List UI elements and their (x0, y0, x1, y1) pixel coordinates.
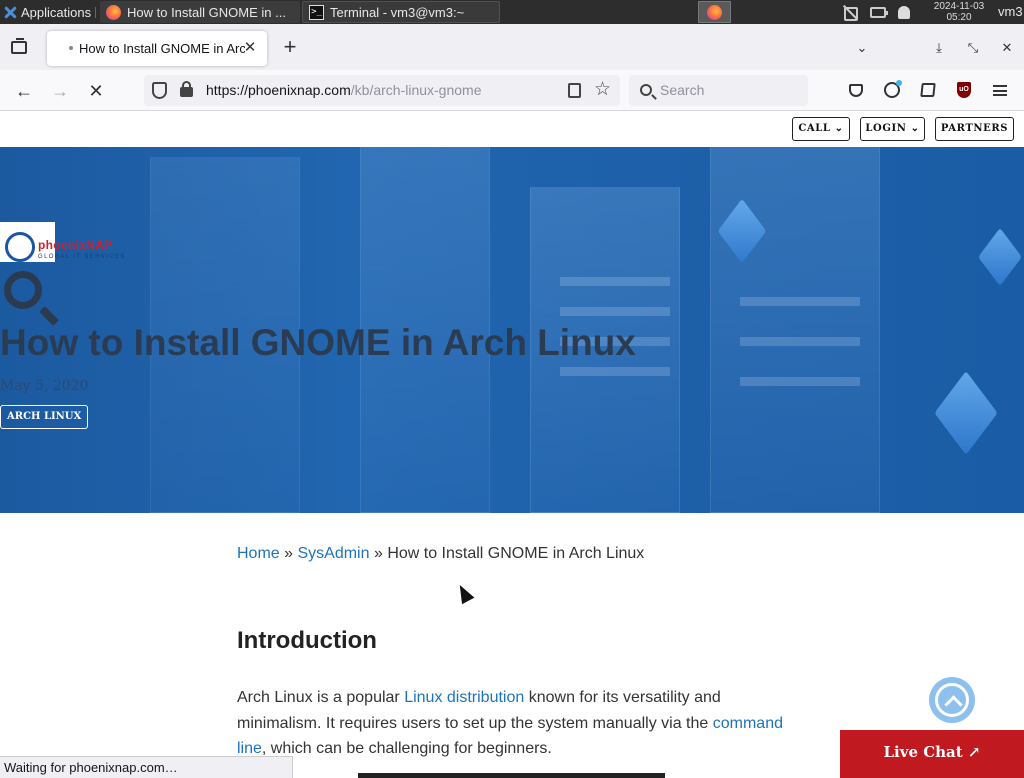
hero-background-strip (740, 297, 860, 306)
live-chat-button[interactable]: Live Chat ↗ (840, 730, 1024, 778)
logo-name: phoenixNAP (38, 238, 113, 252)
hero-background-rack (710, 147, 880, 513)
clock-time: 05:20 (946, 12, 972, 23)
article-title: How to Install GNOME in Arch Linux (0, 322, 636, 363)
mouse-cursor-icon (453, 581, 475, 605)
hero-background-strip (740, 377, 860, 386)
section-heading: Introduction (237, 627, 377, 654)
back-arrow-icon[interactable]: ← (12, 79, 36, 103)
partners-button[interactable]: PARTNERS (935, 117, 1014, 141)
hero-background-strip (560, 277, 670, 286)
firefox-view-icon (11, 37, 27, 54)
login-dropdown-button[interactable]: LOGIN ⌄ (860, 117, 925, 141)
ublock-origin-icon: uO (957, 82, 971, 98)
notification-bell-icon[interactable] (898, 5, 910, 19)
url-text[interactable]: https://phoenixnap.com/kb/arch-linux-gno… (206, 82, 482, 98)
close-window-icon[interactable]: ✕ (996, 37, 1018, 59)
hamburger-menu-icon (993, 84, 1007, 96)
breadcrumb-sysadmin-link[interactable]: SysAdmin (297, 545, 369, 562)
browser-nav-bar: ← → ✕ https://phoenixnap.com/kb/arch-lin… (0, 70, 1024, 111)
decorative-cube (934, 371, 998, 455)
hero-background-strip (740, 337, 860, 346)
firefox-icon (707, 4, 722, 20)
breadcrumb-home-link[interactable]: Home (237, 545, 280, 562)
url-host: https://phoenixnap.com (206, 82, 351, 98)
firefox-view-button[interactable] (8, 37, 30, 57)
taskbar-task-label: Terminal - vm3@vm3:~ (330, 4, 465, 20)
minimize-window-icon[interactable]: ⤓ (928, 37, 950, 59)
terminal-icon: >_ (309, 4, 324, 20)
logo-globe-icon (5, 232, 35, 262)
article-hero: phoenixNAP GLOBAL IT SERVICES How to Ins… (0, 147, 1024, 513)
puzzle-piece-icon (920, 83, 936, 97)
tab-close-icon[interactable]: ✕ (241, 39, 259, 57)
bookmark-star-icon[interactable]: ☆ (594, 78, 611, 101)
breadcrumb: Home » SysAdmin » How to Install GNOME i… (237, 545, 644, 563)
bottom-banner-edge (358, 773, 665, 778)
category-tag[interactable]: ARCH LINUX (0, 405, 89, 429)
intro-text: , which can be challenging for beginners… (261, 740, 552, 757)
loading-indicator-icon (69, 46, 73, 50)
call-dropdown-button[interactable]: CALL ⌄ (792, 117, 850, 141)
lock-icon[interactable] (180, 81, 193, 97)
reader-view-icon[interactable] (568, 83, 581, 98)
taskbar-task-firefox[interactable]: How to Install GNOME in ... (100, 1, 300, 23)
search-input[interactable]: Search (629, 75, 808, 106)
xfce-logo-icon (3, 5, 18, 20)
decorative-cube (978, 227, 1022, 287)
forward-arrow-icon[interactable]: → (48, 79, 72, 103)
breadcrumb-separator: » (369, 545, 388, 562)
desktop-taskbar: Applications How to Install GNOME in ...… (0, 0, 1024, 24)
intro-text: Arch Linux is a popular (237, 689, 405, 706)
hero-background-strip (560, 367, 670, 376)
site-search-icon[interactable] (4, 271, 42, 309)
tracking-protection-shield-icon[interactable] (152, 82, 167, 99)
account-button[interactable] (881, 79, 903, 101)
clock-date: 2024-11-03 (933, 1, 985, 12)
account-icon (884, 80, 902, 98)
web-page: CALL ⌄ LOGIN ⌄ PARTNERS phoenixNAP GLOBA… (0, 111, 1024, 778)
search-placeholder: Search (660, 82, 705, 98)
pocket-button[interactable] (845, 79, 867, 101)
taskbar-task-terminal[interactable]: >_ Terminal - vm3@vm3:~ (302, 1, 500, 23)
user-menu[interactable]: vm3 (998, 4, 1023, 19)
status-bar: Waiting for phoenixnap.com… (0, 756, 293, 778)
system-tray (842, 0, 910, 24)
logo-subtitle: GLOBAL IT SERVICES (38, 254, 126, 260)
firefox-icon (106, 4, 121, 20)
restore-window-icon[interactable]: ⤡ (962, 37, 984, 59)
search-icon (640, 84, 652, 96)
tab-title: How to Install GNOME in Arch Linux (79, 41, 245, 56)
site-top-nav: CALL ⌄ LOGIN ⌄ PARTNERS (0, 111, 1024, 147)
breadcrumb-separator: » (279, 545, 298, 562)
phoenixnap-logo[interactable]: phoenixNAP GLOBAL IT SERVICES (0, 222, 170, 266)
hero-background-strip (560, 307, 670, 316)
browser-tab-bar: How to Install GNOME in Arch Linux ✕ + ⌄… (0, 24, 1024, 70)
ublock-button[interactable]: uO (953, 79, 975, 101)
url-path: /kb/arch-linux-gnome (350, 82, 482, 98)
new-tab-button[interactable]: + (279, 36, 301, 59)
taskbar-task-label: How to Install GNOME in ... (127, 4, 286, 20)
breadcrumb-current: How to Install GNOME in Arch Linux (387, 545, 645, 562)
url-bar[interactable]: https://phoenixnap.com/kb/arch-linux-gno… (144, 75, 620, 106)
scroll-to-top-button[interactable] (929, 677, 975, 723)
battery-icon[interactable] (870, 6, 888, 18)
intro-paragraph: Arch Linux is a popular Linux distributi… (237, 685, 797, 762)
taskbar-separator (95, 7, 96, 18)
chevron-up-icon (935, 683, 969, 717)
app-menu-button[interactable] (989, 79, 1011, 101)
firefox-launcher-button[interactable] (698, 1, 731, 23)
applications-menu[interactable]: Applications (0, 0, 91, 24)
tab-active[interactable]: How to Install GNOME in Arch Linux ✕ (47, 31, 267, 66)
applications-label: Applications (21, 4, 92, 20)
list-all-tabs-chevron-icon[interactable]: ⌄ (851, 37, 873, 59)
stop-loading-icon[interactable]: ✕ (84, 79, 108, 103)
clock[interactable]: 2024-11-03 05:20 (925, 0, 993, 24)
linux-distribution-link[interactable]: Linux distribution (404, 689, 524, 706)
extensions-button[interactable] (917, 79, 939, 101)
pocket-icon (849, 83, 863, 97)
article-date: May 5, 2020 (0, 378, 89, 394)
network-off-icon[interactable] (842, 5, 858, 21)
